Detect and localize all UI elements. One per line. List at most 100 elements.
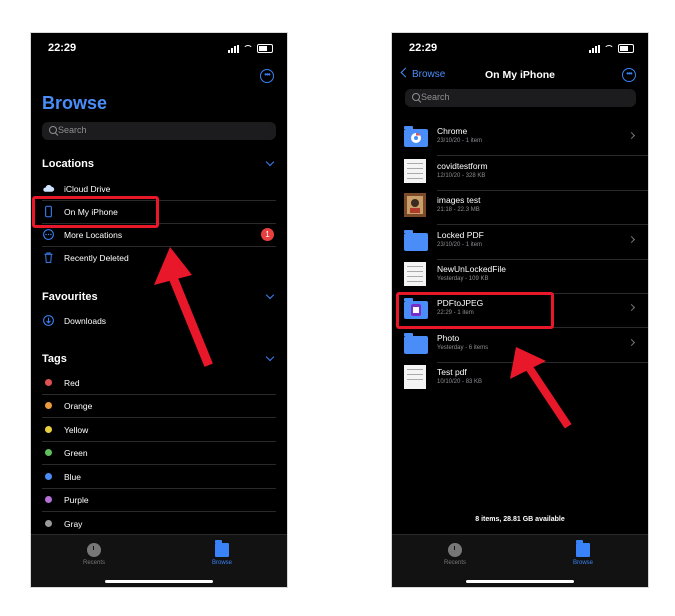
status-icons: [589, 44, 634, 53]
tab-label: Recents: [82, 560, 105, 566]
tag-color-dot: [45, 473, 52, 480]
storage-info: 8 items, 28.81 GB available: [475, 516, 565, 523]
search-input[interactable]: Search: [42, 122, 276, 140]
tab-recents[interactable]: Recents: [425, 543, 485, 566]
signal-icon: [589, 44, 600, 53]
chevron-right-icon: [627, 235, 636, 244]
tag-item-blue[interactable]: Blue: [42, 466, 276, 489]
file-meta: 10/10/20 - 83 KB: [437, 379, 483, 385]
more-options-icon[interactable]: •••: [622, 68, 636, 82]
chrome-icon: [411, 133, 421, 143]
tab-bar: Recents Browse: [392, 534, 648, 587]
search-placeholder: Search: [421, 92, 450, 102]
document-thumbnail-icon: [404, 262, 426, 286]
file-row-newunlockedfile[interactable]: NewUnLockedFile Yesterday - 109 KB: [392, 258, 648, 293]
tag-label: Yellow: [64, 425, 89, 435]
tab-recents[interactable]: Recents: [64, 543, 124, 566]
more-options-icon[interactable]: •••: [260, 69, 274, 83]
ellipsis-circle-icon: [43, 229, 54, 240]
signal-icon: [228, 44, 239, 53]
chevron-right-icon: [627, 131, 636, 140]
red-arrow-annotation: [154, 247, 213, 367]
file-meta: Yesterday - 6 items: [437, 345, 489, 351]
tag-color-dot: [45, 496, 52, 503]
tab-browse[interactable]: Browse: [192, 540, 252, 566]
status-bar: 22:29: [392, 42, 648, 56]
file-name: images test: [437, 195, 481, 205]
highlight-box: [32, 196, 159, 228]
folder-icon: [576, 540, 590, 557]
trash-icon: [44, 252, 53, 263]
highlight-box: [396, 292, 554, 329]
status-bar: 22:29: [31, 42, 287, 56]
file-row-covidtestform[interactable]: covidtestform 12/10/20 - 328 KB: [392, 155, 648, 190]
tag-item-green[interactable]: Green: [42, 442, 276, 465]
document-thumbnail-icon: [404, 365, 426, 389]
tag-label: Green: [64, 448, 88, 458]
tab-browse[interactable]: Browse: [553, 540, 613, 566]
tag-label: Red: [64, 378, 80, 388]
search-icon: [49, 126, 57, 134]
file-meta: 23/10/20 - 1 item: [437, 138, 483, 144]
home-indicator[interactable]: [105, 580, 213, 583]
sidebar-item-label: Recently Deleted: [64, 253, 129, 263]
tag-label: Purple: [64, 495, 89, 505]
chevron-right-icon: [627, 338, 636, 347]
clock-icon: [87, 543, 101, 557]
tag-color-dot: [45, 426, 52, 433]
search-input[interactable]: Search: [405, 89, 636, 107]
file-row-locked-pdf[interactable]: Locked PDF 23/10/20 - 1 item: [392, 224, 648, 259]
status-time: 22:29: [409, 42, 438, 54]
tag-item-orange[interactable]: Orange: [42, 395, 276, 418]
notification-badge: 1: [261, 228, 274, 241]
tag-color-dot: [45, 520, 52, 527]
file-name: Locked PDF: [437, 230, 484, 240]
tags-collapse-chevron-icon[interactable]: [265, 352, 275, 362]
folder-icon: [404, 126, 428, 147]
tag-item-yellow[interactable]: Yellow: [42, 419, 276, 442]
tag-label: Blue: [64, 472, 82, 482]
sidebar-item-label: More Locations: [64, 230, 123, 240]
tags-header: Tags: [42, 353, 67, 365]
tag-label: Orange: [64, 401, 93, 411]
tag-item-gray[interactable]: Gray: [42, 513, 276, 535]
tag-color-dot: [45, 402, 52, 409]
battery-icon: [618, 44, 634, 53]
file-row-chrome[interactable]: Chrome 23/10/20 - 1 item: [392, 120, 648, 155]
tag-item-red[interactable]: Red: [42, 372, 276, 395]
cloud-icon: [43, 184, 55, 192]
file-name: Photo: [437, 333, 460, 343]
tab-label: Recents: [443, 560, 466, 566]
tag-item-purple[interactable]: Purple: [42, 489, 276, 512]
tag-color-dot: [45, 449, 52, 456]
status-icons: [228, 44, 273, 53]
page-title: Browse: [42, 93, 108, 113]
file-row-images-test[interactable]: images test 21:18 - 22.3 MB: [392, 189, 648, 224]
search-placeholder: Search: [58, 125, 87, 135]
battery-icon: [257, 44, 273, 53]
favourites-collapse-chevron-icon[interactable]: [265, 290, 275, 300]
home-indicator[interactable]: [466, 580, 574, 583]
sidebar-item-label: iCloud Drive: [64, 184, 111, 194]
sidebar-item-label: Downloads: [64, 316, 107, 326]
file-meta: 21:18 - 22.3 MB: [437, 207, 480, 213]
file-meta: Yesterday - 109 KB: [437, 276, 489, 282]
file-name: NewUnLockedFile: [437, 264, 506, 274]
tag-label: Gray: [64, 519, 83, 529]
tab-label: Browse: [211, 560, 232, 566]
tag-color-dot: [45, 379, 52, 386]
clock-icon: [448, 543, 462, 557]
search-icon: [412, 93, 420, 101]
tab-label: Browse: [572, 560, 593, 566]
document-thumbnail-icon: [404, 159, 426, 183]
file-name: Chrome: [437, 126, 468, 136]
folder-icon: [215, 540, 229, 557]
chevron-right-icon: [627, 303, 636, 312]
download-circle-icon: [43, 315, 54, 326]
locations-collapse-chevron-icon[interactable]: [265, 157, 275, 167]
folder-icon: [404, 230, 428, 251]
red-arrow-annotation: [510, 347, 572, 429]
wifi-icon: [243, 44, 253, 53]
file-name: Test pdf: [437, 367, 467, 377]
wifi-icon: [604, 44, 614, 53]
